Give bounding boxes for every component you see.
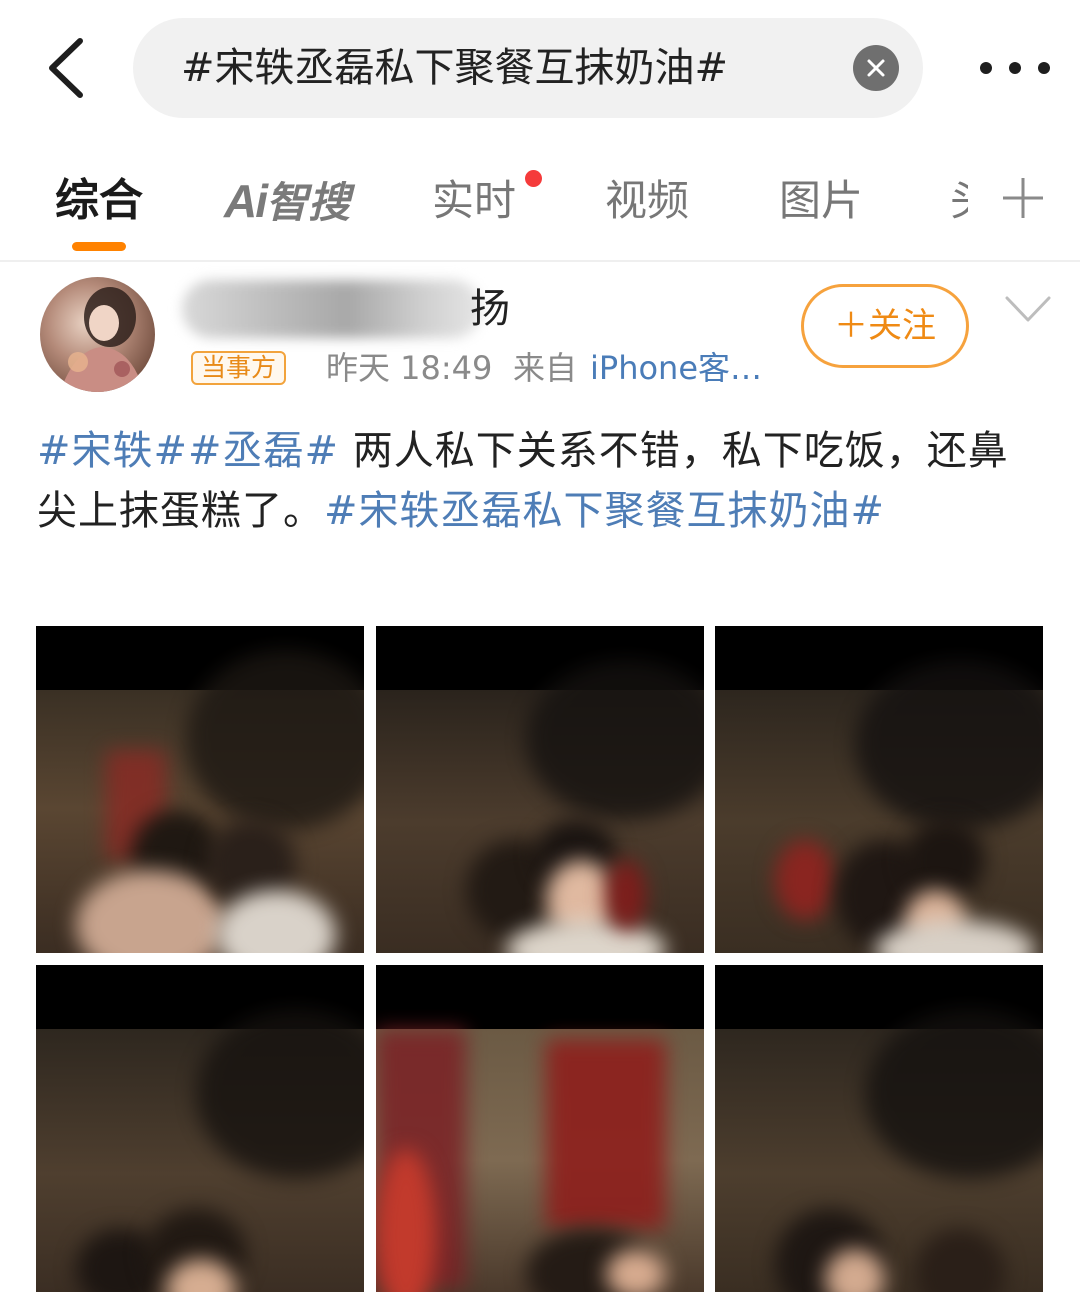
more-options-button[interactable]: [980, 48, 1050, 88]
notification-dot: [525, 170, 542, 187]
tab-images[interactable]: 图片: [779, 172, 863, 230]
post-image[interactable]: [36, 626, 364, 953]
post-image[interactable]: [36, 965, 364, 1292]
post-timestamp: 昨天 18:49: [326, 349, 493, 387]
hashtag-link[interactable]: #宋轶丞磊私下聚餐互抹奶油#: [324, 488, 885, 534]
post-image[interactable]: [715, 626, 1043, 953]
more-dot-icon: [980, 62, 992, 74]
post-menu-button[interactable]: [1003, 290, 1053, 330]
source-device-link[interactable]: iPhone客…: [590, 348, 762, 388]
avatar-image: [60, 287, 144, 392]
search-input[interactable]: #宋轶丞磊私下聚餐互抹奶油#: [133, 18, 923, 118]
top-bar: #宋轶丞磊私下聚餐互抹奶油#: [0, 0, 1080, 135]
ai-logo-mark: Ai: [224, 175, 268, 227]
clear-search-button[interactable]: [853, 45, 899, 91]
tab-ai-search[interactable]: Ai智搜: [224, 172, 350, 232]
tab-video[interactable]: 视频: [605, 172, 689, 230]
close-icon: [867, 59, 885, 77]
post-image[interactable]: [715, 965, 1043, 1292]
active-tab-indicator: [72, 242, 126, 251]
tab-comprehensive[interactable]: 综合: [55, 172, 143, 230]
hashtag-link[interactable]: #宋轶#: [37, 428, 188, 474]
tab-overflow-partial[interactable]: 头: [950, 172, 968, 230]
post-body: #宋轶##丞磊# 两人私下关系不错，私下吃饭，还鼻尖上抹蛋糕了。#宋轶丞磊私下聚…: [37, 421, 1047, 541]
chevron-down-icon: [1005, 296, 1051, 322]
ai-tab-label: 智搜: [266, 178, 351, 227]
follow-button[interactable]: ＋关注: [801, 284, 969, 368]
role-badge: 当事方: [191, 351, 287, 385]
username-redacted: [182, 280, 482, 338]
chevron-left-icon: [49, 38, 83, 98]
search-query: #宋轶丞磊私下聚餐互抹奶油#: [181, 45, 729, 91]
plus-icon: [1003, 178, 1043, 218]
author-avatar[interactable]: [40, 277, 155, 392]
more-dot-icon: [1038, 62, 1050, 74]
tab-realtime[interactable]: 实时: [432, 172, 516, 230]
post-image[interactable]: [376, 626, 704, 953]
more-dot-icon: [1009, 62, 1021, 74]
add-tab-button[interactable]: [1000, 175, 1046, 221]
back-button[interactable]: [34, 30, 98, 106]
post-image-grid: [36, 626, 1044, 1292]
tabs-divider: [0, 260, 1080, 262]
search-tabs: 综合 Ai智搜 实时 视频 图片: [0, 150, 1080, 260]
hashtag-link[interactable]: #丞磊#: [188, 428, 339, 474]
author-name[interactable]: 扬: [470, 283, 510, 335]
source-label: 来自: [513, 349, 578, 387]
post-image[interactable]: [376, 965, 704, 1292]
